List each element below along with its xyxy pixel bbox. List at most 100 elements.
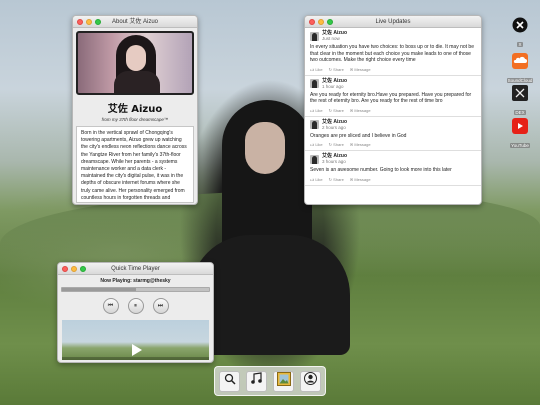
- rewind-icon: ⏮: [107, 302, 114, 309]
- profile-subtitle: from my 37th floor dreamscape™: [101, 117, 169, 122]
- close-button[interactable]: [62, 266, 68, 272]
- zoom-button[interactable]: [327, 19, 333, 25]
- avatar[interactable]: [310, 31, 319, 41]
- share-button[interactable]: ↻ Share: [329, 142, 344, 148]
- about-window-title: About 艾佐 Aizuo: [111, 19, 159, 25]
- desktop-icon-label: SoundCloud: [506, 78, 534, 83]
- soundcloud-icon: [512, 53, 528, 69]
- dock-profile[interactable]: [300, 370, 321, 392]
- music-icon: [250, 372, 263, 390]
- minimize-button[interactable]: [318, 19, 324, 25]
- quicktime-window[interactable]: Quick Time Player Now Playing: starmg@th…: [57, 262, 214, 363]
- post-username[interactable]: 艾佐 Aizuo: [322, 78, 347, 84]
- dock-search[interactable]: [219, 370, 240, 392]
- quicktime-titlebar[interactable]: Quick Time Player: [58, 263, 213, 275]
- zoom-button[interactable]: [80, 266, 86, 272]
- profile-photo: [76, 31, 194, 95]
- youtube-icon: [512, 118, 528, 134]
- thumbs-up-icon: 👍︎: [310, 66, 315, 72]
- post-item: 艾佐 Aizuo 3 hours ago Seven is an awesome…: [305, 151, 481, 186]
- message-icon: ✉: [349, 107, 354, 113]
- avatar[interactable]: [310, 154, 319, 164]
- x-icon: [512, 17, 528, 33]
- play-icon[interactable]: [132, 344, 142, 356]
- desktop-icon-dex[interactable]: DEX: [505, 85, 535, 119]
- live-updates-window[interactable]: Live Updates 艾佐 Aizuo Just now In every …: [304, 15, 482, 205]
- about-window[interactable]: About 艾佐 Aizuo 艾佐 Aizuo from my 37th flo…: [72, 15, 198, 205]
- fast-forward-icon: ⏭: [157, 302, 164, 309]
- like-button[interactable]: 👍︎ Like: [310, 142, 323, 148]
- post-text: Seven is an awesome number. Going to loo…: [310, 167, 452, 173]
- dock: [214, 366, 326, 396]
- message-button[interactable]: ✉ Message: [350, 67, 371, 73]
- dock-music[interactable]: [246, 370, 267, 392]
- avatar[interactable]: [310, 120, 319, 129]
- minimize-button[interactable]: [71, 266, 77, 272]
- playback-progress-bar[interactable]: [61, 287, 210, 292]
- like-button[interactable]: 👍︎ Like: [310, 67, 323, 73]
- desktop-icon-x[interactable]: X: [505, 17, 535, 51]
- desktop-icon-youtube[interactable]: YouTube: [505, 118, 535, 152]
- quicktime-title: Quick Time Player: [111, 266, 160, 272]
- post-text: In every situation you have two choices:…: [310, 44, 474, 63]
- post-time: Just now: [322, 36, 340, 41]
- post-item: 艾佐 Aizuo 2 hours ago Oranges are pre sli…: [305, 117, 481, 151]
- desktop-icon-label: X: [517, 42, 523, 47]
- share-icon: ↻: [328, 107, 333, 113]
- user-icon: [304, 372, 317, 390]
- post-time: 3 hours ago: [322, 159, 346, 164]
- share-button[interactable]: ↻ Share: [329, 67, 344, 73]
- post-item: 艾佐 Aizuo Just now In every situation you…: [305, 28, 481, 76]
- post-text: Oranges are pre sliced and I believe in …: [310, 132, 407, 139]
- close-button[interactable]: [77, 19, 83, 25]
- message-button[interactable]: ✉ Message: [350, 142, 371, 148]
- post-username[interactable]: 艾佐 Aizuo: [322, 119, 347, 125]
- desktop-icon-label: YouTube: [510, 143, 530, 148]
- dex-icon: [512, 85, 528, 101]
- zoom-button[interactable]: [95, 19, 101, 25]
- like-button[interactable]: 👍︎ Like: [310, 108, 323, 114]
- video-preview[interactable]: [62, 320, 209, 360]
- post-time: 1 hour ago: [322, 83, 344, 89]
- live-updates-titlebar[interactable]: Live Updates: [305, 16, 481, 28]
- like-button[interactable]: 👍︎ Like: [310, 177, 323, 183]
- pause-button[interactable]: ⏸: [127, 298, 144, 314]
- playback-progress-fill: [62, 288, 136, 291]
- previous-button[interactable]: ⏮: [102, 298, 119, 314]
- thumbs-up-icon: 👍︎: [310, 176, 315, 182]
- share-icon: ↻: [328, 66, 333, 72]
- now-playing-label: Now Playing: starmg@thesky: [100, 278, 171, 284]
- thumbs-up-icon: 👍︎: [310, 107, 315, 113]
- background-figure-face: [245, 122, 285, 174]
- live-updates-title: Live Updates: [375, 19, 411, 25]
- background-figure-body: [190, 235, 350, 355]
- share-button[interactable]: ↻ Share: [329, 177, 344, 183]
- close-button[interactable]: [309, 19, 315, 25]
- pause-icon: ⏸: [133, 302, 137, 309]
- desktop-icon-soundcloud[interactable]: SoundCloud: [505, 53, 535, 87]
- minimize-button[interactable]: [86, 19, 92, 25]
- post-time: 2 hours ago: [322, 124, 346, 130]
- desktop-icon-label: DEX: [514, 110, 526, 115]
- photo-icon: [276, 371, 291, 391]
- post-text: Are you ready for eternity bro.Have you …: [310, 91, 472, 105]
- search-icon: [224, 372, 236, 390]
- message-icon: ✉: [349, 142, 354, 147]
- post-feed[interactable]: 艾佐 Aizuo Just now In every situation you…: [305, 28, 481, 204]
- avatar[interactable]: [310, 79, 319, 88]
- video-scrubber[interactable]: [62, 357, 209, 360]
- post-item: 艾佐 Aizuo 1 hour ago Are you ready for et…: [305, 76, 481, 117]
- about-titlebar[interactable]: About 艾佐 Aizuo: [73, 16, 197, 28]
- share-button[interactable]: ↻ Share: [329, 108, 344, 114]
- message-button[interactable]: ✉ Message: [350, 108, 371, 114]
- dock-photos[interactable]: [273, 370, 294, 392]
- message-icon: ✉: [349, 66, 354, 72]
- next-button[interactable]: ⏭: [152, 298, 169, 314]
- profile-bio[interactable]: Born in the vertical sprawl of Chongqing…: [76, 126, 194, 203]
- share-icon: ↻: [328, 142, 333, 147]
- thumbs-up-icon: 👍︎: [310, 142, 315, 147]
- message-button[interactable]: ✉ Message: [350, 177, 371, 183]
- profile-name: 艾佐 Aizuo: [107, 104, 163, 115]
- message-icon: ✉: [349, 176, 354, 182]
- share-icon: ↻: [328, 176, 333, 182]
